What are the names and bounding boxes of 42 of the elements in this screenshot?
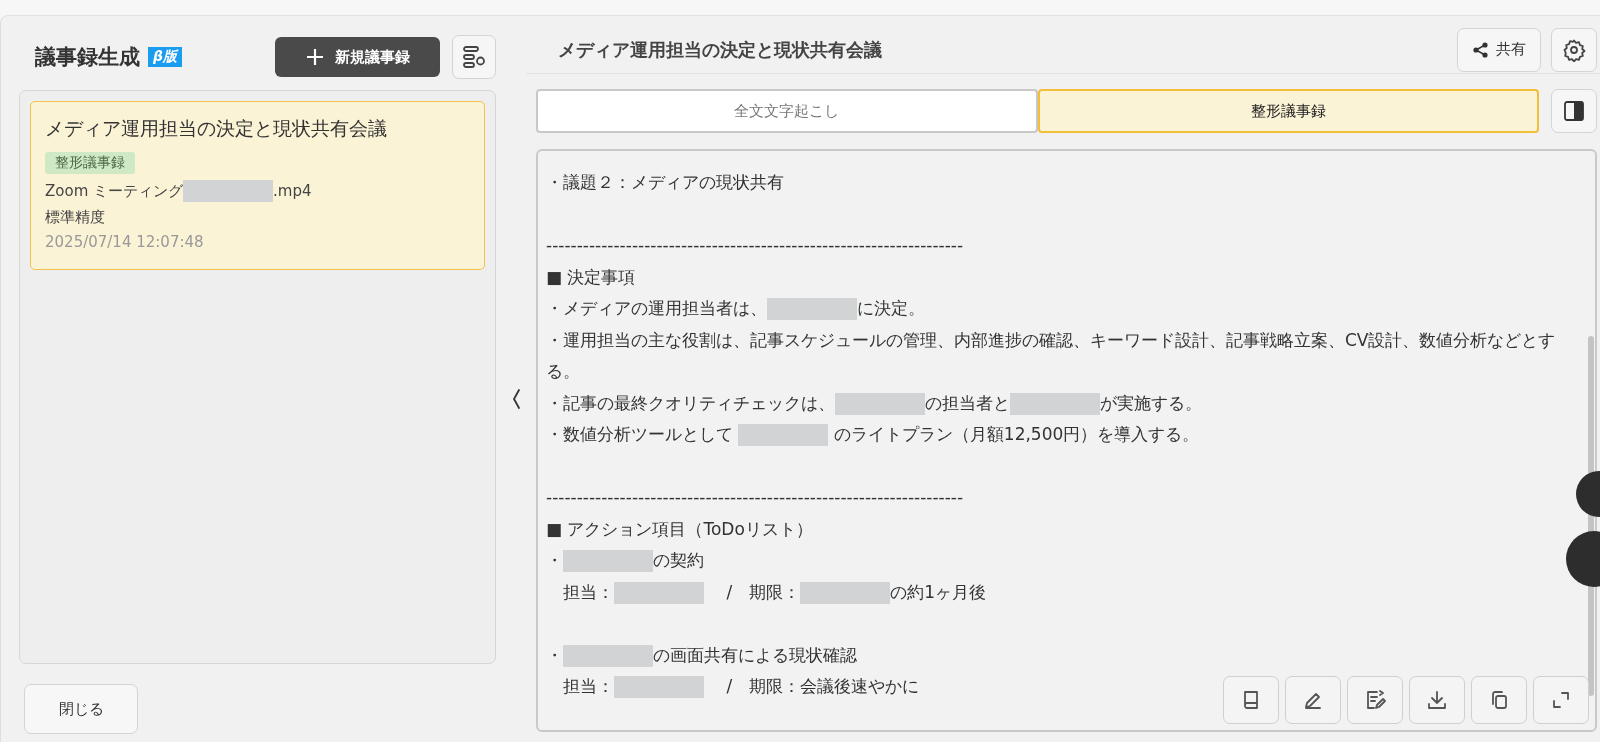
- new-minutes-button[interactable]: 新規議事録: [275, 37, 440, 77]
- minutes-title: メディア運用担当の決定と現状共有会議: [558, 37, 882, 62]
- share-icon: [1472, 40, 1490, 59]
- format-tag: 整形議事録: [45, 152, 135, 174]
- precision-label: 標準精度: [45, 208, 105, 227]
- list-settings-button[interactable]: [452, 35, 496, 79]
- minutes-line: ・数値分析ツールとして のライトプラン（月額12,500円）を導入する。: [546, 423, 1201, 448]
- minutes-line: --------------------------------------------------------------------: [546, 486, 965, 509]
- copy-button[interactable]: [1471, 676, 1527, 724]
- minutes-line: --------------------------------------------------------------------: [546, 234, 965, 257]
- download-button[interactable]: [1409, 676, 1465, 724]
- minutes-line: ・ の画面共有による現状確認: [546, 643, 858, 669]
- beta-badge: β版: [148, 47, 183, 67]
- settings-button[interactable]: [1551, 27, 1597, 72]
- list-gear-icon: [461, 44, 487, 70]
- minutes-line: ■ 決定事項: [546, 265, 637, 289]
- card-title: メディア運用担当の決定と現状共有会議: [45, 116, 387, 141]
- app-title: 議事録生成: [35, 44, 140, 71]
- file-name: Zoom ミーティング .mp4: [45, 180, 312, 202]
- minutes-line: ・メディアの運用担当者は、 に決定。: [546, 297, 926, 322]
- book-button[interactable]: [1223, 676, 1279, 724]
- expand-icon: [1550, 689, 1572, 711]
- expand-button[interactable]: [1533, 676, 1589, 724]
- minutes-line: ・記事の最終クオリティチェックは、 の担当者と が実施する。: [546, 391, 1203, 417]
- minutes-line: ・運用担当の主な役割は、記事スケジュールの管理、内部進捗の確認、キーワード設計、記事戦略立案、CV設計、数値分析などとする。: [546, 328, 1557, 383]
- close-button[interactable]: 閉じる: [24, 684, 138, 734]
- rewrite-button[interactable]: [1347, 676, 1403, 724]
- settings-icon: [1562, 37, 1586, 62]
- minutes-line: ・議題２：メディアの現状共有: [546, 171, 785, 194]
- view-tab[interactable]: 整形議事録: [1037, 89, 1539, 133]
- share-button[interactable]: 共有: [1457, 27, 1541, 72]
- plus-icon: [305, 47, 325, 67]
- minutes-card[interactable]: メディア運用担当の決定と現状共有会議 整形議事録 Zoom ミーティング .mp4 標準精度 2025/07/14 12:07:48: [30, 101, 485, 270]
- columns-icon: [1563, 100, 1585, 122]
- view-tab[interactable]: 全文文字起こし: [536, 89, 1038, 133]
- split-view-button[interactable]: [1551, 89, 1597, 133]
- minutes-line: ■ アクション項目（ToDoリスト）: [546, 517, 814, 541]
- edit-button[interactable]: [1285, 676, 1341, 724]
- download-icon: [1426, 689, 1448, 711]
- card-date: 2025/07/14 12:07:48: [45, 233, 204, 251]
- minutes-line: 担当： / 期限： の約1ヶ月後: [562, 580, 987, 606]
- chevron-left-icon[interactable]: [511, 388, 521, 410]
